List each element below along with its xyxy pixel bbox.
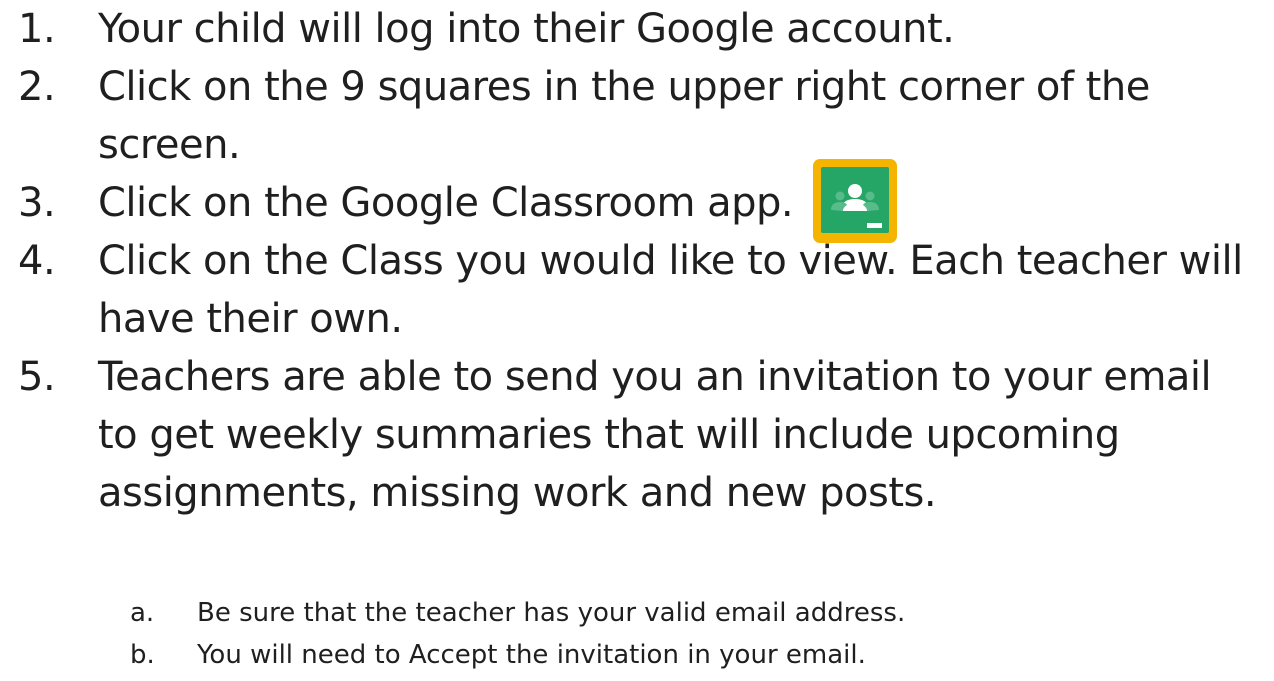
step-number: 3. bbox=[18, 180, 56, 226]
step-number: 4. bbox=[18, 238, 56, 284]
step-5: 5. Teachers are able to send you an invi… bbox=[18, 348, 1274, 522]
step-4: 4. Click on the Class you would like to … bbox=[18, 232, 1274, 348]
steps-list: 1. Your child will log into their Google… bbox=[18, 0, 1274, 522]
instructions-page: 1. Your child will log into their Google… bbox=[0, 0, 1274, 681]
substep-a: a. Be sure that the teacher has your val… bbox=[130, 592, 905, 634]
step-text: Click on the Google Classroom app. bbox=[98, 180, 794, 226]
substeps-list: a. Be sure that the teacher has your val… bbox=[130, 592, 905, 676]
step-number: 1. bbox=[18, 6, 56, 52]
step-3: 3. Click on the Google Classroom app. bbox=[18, 159, 1274, 243]
substep-text: You will need to Accept the invitation i… bbox=[197, 640, 866, 670]
step-text: Teachers are able to send you an invitat… bbox=[98, 354, 1212, 516]
step-text: Your child will log into their Google ac… bbox=[98, 6, 955, 52]
step-text-row: Click on the Google Classroom app. bbox=[98, 159, 1258, 243]
step-2: 2. Click on the 9 squares in the upper r… bbox=[18, 58, 1274, 174]
step-number: 2. bbox=[18, 64, 56, 110]
step-text: Click on the Class you would like to vie… bbox=[98, 238, 1243, 342]
substep-b: b. You will need to Accept the invitatio… bbox=[130, 634, 905, 676]
step-text: Click on the 9 squares in the upper righ… bbox=[98, 64, 1150, 168]
substep-text: Be sure that the teacher has your valid … bbox=[197, 598, 906, 628]
substep-letter: a. bbox=[130, 598, 155, 628]
step-number: 5. bbox=[18, 354, 56, 400]
substep-letter: b. bbox=[130, 640, 155, 670]
step-1: 1. Your child will log into their Google… bbox=[18, 0, 1274, 58]
